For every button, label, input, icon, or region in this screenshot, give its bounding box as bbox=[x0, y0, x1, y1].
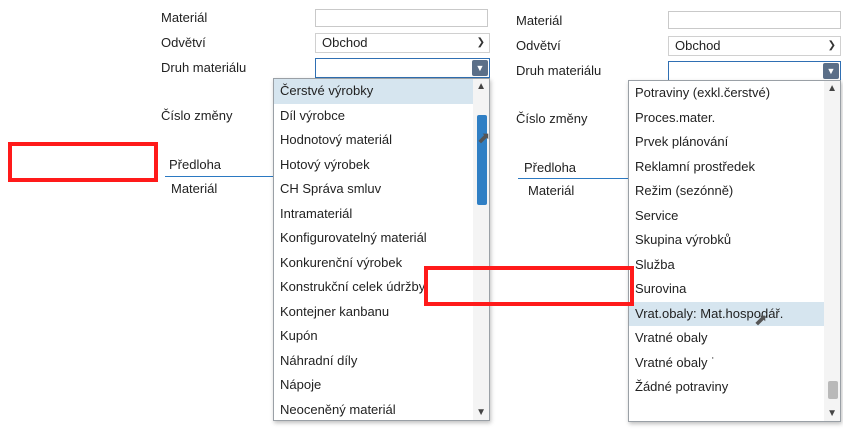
tab-template[interactable]: Předloha bbox=[524, 160, 576, 175]
dropdown-item[interactable]: Neoceněný materiál bbox=[274, 398, 489, 423]
scroll-up-icon[interactable]: ▲ bbox=[827, 83, 837, 94]
scroll-up-icon[interactable]: ▲ bbox=[476, 81, 486, 92]
dropdown-item[interactable]: Service bbox=[629, 204, 840, 229]
dropdown-item[interactable]: Prvek plánování bbox=[629, 130, 840, 155]
dropdown-item[interactable]: Vratné obaly bbox=[629, 326, 840, 351]
dropdown-item[interactable]: Hotový výrobek bbox=[274, 153, 489, 178]
industry-label: Odvětví bbox=[516, 38, 561, 53]
dropdown-item[interactable]: Díl výrobce bbox=[274, 104, 489, 129]
material-label: Materiál bbox=[161, 10, 208, 25]
tab-material[interactable]: Materiál bbox=[171, 181, 217, 196]
material-input[interactable] bbox=[315, 9, 488, 27]
material-type-dropdown-list[interactable]: Čerstvé výrobky Díl výrobce Hodnotový mate… bbox=[273, 78, 490, 421]
highlight-box-list-item bbox=[424, 266, 634, 306]
chevron-down-icon[interactable]: ❯ bbox=[828, 37, 836, 55]
material-type-label: Druh materiálu bbox=[516, 63, 602, 78]
dropdown-item[interactable]: Kupón bbox=[274, 324, 489, 349]
mouse-pointer-icon: ⬈ bbox=[754, 312, 768, 329]
dropdown-item[interactable]: Vrat.obaly: Mat.hospodář. bbox=[629, 301, 840, 326]
material-input[interactable] bbox=[668, 11, 841, 29]
dropdown-item[interactable]: Služba bbox=[629, 253, 840, 278]
dropdown-item[interactable]: Proces.mater. bbox=[629, 106, 840, 131]
chevron-down-icon[interactable]: ❯ bbox=[477, 34, 485, 52]
dropdown-items: Potraviny (exkl.čerstvé) Proces.mater. Prv… bbox=[629, 81, 840, 400]
dropdown-item[interactable]: Intramateriál bbox=[274, 202, 489, 227]
change-number-label: Číslo změny bbox=[516, 111, 588, 126]
dropdown-item[interactable]: Potraviny (exkl.čerstvé) bbox=[629, 81, 840, 106]
dropdown-item[interactable]: Žádné potraviny bbox=[629, 375, 840, 400]
tab-underline bbox=[165, 176, 275, 177]
material-type-dropdown-list[interactable]: Potraviny (exkl.čerstvé) Proces.mater. Prv… bbox=[628, 80, 841, 422]
dropdown-item[interactable]: Konfigurovatelný materiál bbox=[274, 226, 489, 251]
dropdown-item[interactable]: Surovina bbox=[629, 277, 840, 302]
dropdown-item[interactable]: Čerstvé výrobky bbox=[274, 79, 489, 104]
dropdown-item[interactable]: CH Správa smluv bbox=[274, 177, 489, 202]
dropdown-item[interactable]: Režim (sezónně) bbox=[629, 179, 840, 204]
dropdown-button-icon[interactable]: ▼ bbox=[823, 63, 839, 79]
dropdown-button-icon[interactable]: ▼ bbox=[472, 60, 488, 76]
tab-template[interactable]: Předloha bbox=[169, 157, 221, 172]
material-type-label: Druh materiálu bbox=[161, 60, 247, 75]
dropdown-items: Čerstvé výrobky Díl výrobce Hodnotový mate… bbox=[274, 79, 489, 422]
industry-label: Odvětví bbox=[161, 35, 206, 50]
dropdown-item[interactable]: Náhradní díly bbox=[274, 349, 489, 374]
material-label: Materiál bbox=[516, 13, 563, 28]
dropdown-item[interactable]: Hodnotový materiál bbox=[274, 128, 489, 153]
industry-select[interactable]: Obchod ❯ bbox=[315, 33, 490, 53]
industry-select[interactable]: Obchod ❯ bbox=[668, 36, 841, 56]
tab-underline bbox=[518, 178, 630, 179]
highlight-box-template-tab bbox=[8, 142, 158, 182]
dropdown-item[interactable]: Vratné obaly ˙ bbox=[629, 351, 840, 376]
scroll-down-icon[interactable]: ▼ bbox=[476, 407, 486, 418]
tab-material[interactable]: Materiál bbox=[528, 183, 574, 198]
scrollbar[interactable]: ▲ ▼ bbox=[824, 81, 840, 421]
dropdown-item[interactable]: Skupina výrobků bbox=[629, 228, 840, 253]
change-number-label: Číslo změny bbox=[161, 108, 233, 123]
material-type-combobox[interactable]: ▼ bbox=[315, 58, 490, 78]
material-type-combobox[interactable]: ▼ bbox=[668, 61, 841, 81]
dropdown-item[interactable]: Nápoje bbox=[274, 373, 489, 398]
industry-value: Obchod bbox=[675, 38, 721, 53]
scroll-thumb[interactable] bbox=[828, 381, 838, 399]
industry-value: Obchod bbox=[322, 35, 368, 50]
left-panel: Materiál Odvětví Obchod ❯ Druh materiálu… bbox=[155, 0, 500, 430]
mouse-pointer-icon: ⬈ bbox=[477, 130, 491, 147]
right-panel: Materiál Odvětví Obchod ❯ Druh materiálu… bbox=[510, 0, 843, 430]
scroll-down-icon[interactable]: ▼ bbox=[827, 408, 837, 419]
dropdown-item[interactable]: Reklamní prostředek bbox=[629, 155, 840, 180]
